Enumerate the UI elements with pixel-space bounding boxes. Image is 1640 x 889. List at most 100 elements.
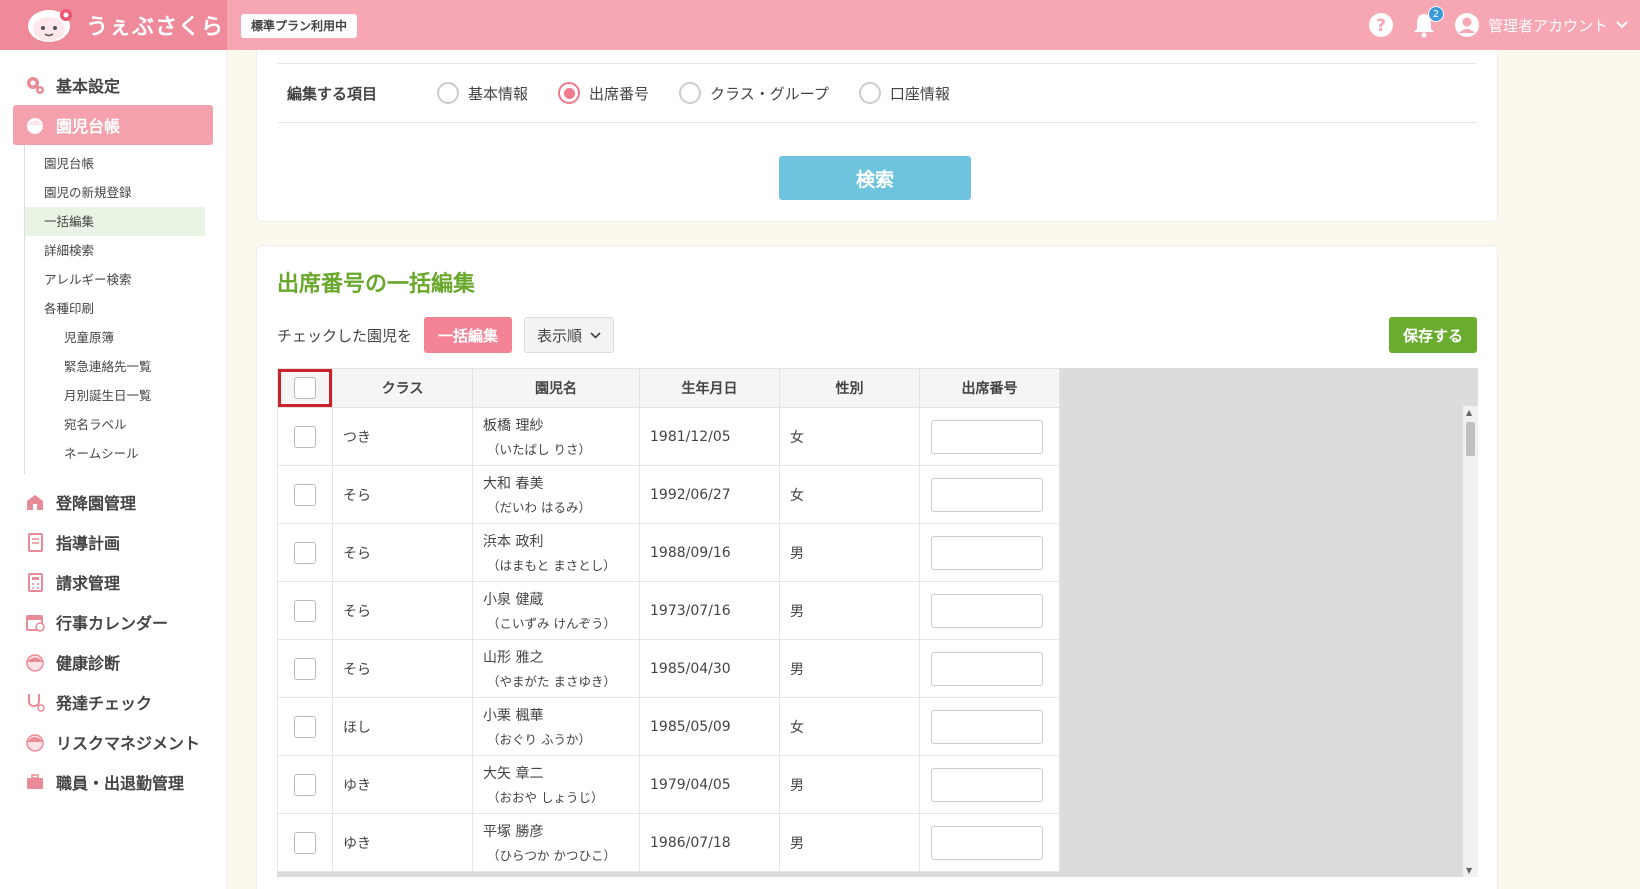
attendance-number-input[interactable]: [931, 593, 1043, 628]
attendance-number-input[interactable]: [931, 767, 1043, 802]
child-name-kana: （おおや しょうじ）: [487, 790, 604, 805]
cell-class: ゆき: [332, 813, 473, 872]
submenu-printing[interactable]: 各種印刷: [25, 294, 205, 323]
submenu-print-name-stickers[interactable]: ネームシール: [25, 439, 205, 468]
sidebar-item-attendance[interactable]: 登降園管理: [0, 482, 226, 522]
save-button[interactable]: 保存する: [1388, 317, 1477, 353]
cell-class: そら: [332, 581, 473, 640]
attendance-number-input[interactable]: [931, 709, 1043, 744]
row-checkbox-cell: [277, 639, 333, 698]
sidebar-item-staff[interactable]: 職員・出退勤管理: [0, 762, 226, 802]
submenu-print-birthdays[interactable]: 月別誕生日一覧: [25, 381, 205, 410]
child-name-kana: （こいずみ けんぞう）: [487, 616, 616, 631]
submenu-bulk-edit[interactable]: 一括編集: [25, 207, 205, 236]
scroll-up-arrow-icon[interactable]: ▲: [1466, 408, 1472, 417]
radio-button[interactable]: [679, 82, 702, 104]
sidebar-item-label: 園児台帳: [56, 117, 121, 136]
child-name: 山形 雅之: [483, 650, 544, 666]
child-name-kana: （ひらつか かつひこ）: [487, 848, 616, 863]
account-label: 管理者アカウント: [1487, 16, 1608, 35]
search-panel: 編集する項目 基本情報 出席番号 クラス・グループ 口座情報 検索: [256, 50, 1498, 222]
sidebar-item-development[interactable]: 発達チェック: [0, 682, 226, 722]
attendance-number-input[interactable]: [931, 535, 1043, 570]
submenu-detail-search[interactable]: 詳細検索: [25, 236, 205, 265]
radio-class-group[interactable]: クラス・グループ: [679, 82, 829, 104]
logo[interactable]: うぇぶさくら: [0, 0, 227, 50]
child-name: 小栗 楓華: [483, 708, 544, 724]
attendance-number-input[interactable]: [931, 825, 1043, 860]
cell-child-name: 小栗 楓華 （おぐり ふうか）: [472, 697, 640, 756]
sidebar-item-label: 指導計画: [56, 534, 121, 553]
cell-birthdate: 1981/12/05: [639, 407, 780, 466]
cell-class: つき: [332, 407, 473, 466]
sidebar-item-label: 登降園管理: [56, 494, 137, 513]
sidebar-item-child-register[interactable]: 園児台帳: [13, 105, 213, 145]
cell-class: ゆき: [332, 755, 473, 814]
table-row: ほし 小栗 楓華 （おぐり ふうか） 1985/05/09 女: [277, 697, 1060, 756]
bulk-edit-button[interactable]: 一括編集: [424, 317, 513, 353]
col-gender: 性別: [779, 368, 920, 408]
row-checkbox[interactable]: [294, 541, 316, 564]
sidebar-item-plans[interactable]: 指導計画: [0, 522, 226, 562]
row-checkbox[interactable]: [294, 657, 316, 680]
sidebar-item-settings[interactable]: 基本設定: [0, 65, 226, 105]
row-checkbox-cell: [277, 697, 333, 756]
select-all-header: [277, 368, 333, 408]
cell-birthdate: 1992/06/27: [639, 465, 780, 524]
child-health-icon: [24, 651, 46, 673]
submenu-child-list[interactable]: 園児台帳: [25, 149, 205, 178]
help-icon[interactable]: ?: [1368, 12, 1394, 38]
row-checkbox[interactable]: [294, 425, 316, 448]
cell-child-name: 浜本 政利 （はまもと まさとし）: [472, 523, 640, 582]
cell-birthdate: 1988/09/16: [639, 523, 780, 582]
row-checkbox[interactable]: [294, 715, 316, 738]
radio-button-selected[interactable]: [558, 82, 581, 104]
sidebar: 基本設定 園児台帳 園児台帳 園児の新規登録 一括編集 詳細検索 アレルギー検索…: [0, 50, 227, 889]
radio-button[interactable]: [858, 82, 881, 104]
radio-basic-info[interactable]: 基本情報: [437, 82, 528, 104]
row-checkbox[interactable]: [294, 831, 316, 854]
attendance-number-input[interactable]: [931, 651, 1043, 686]
row-checkbox-cell: [277, 465, 333, 524]
cell-child-name: 山形 雅之 （やまがた まさゆき）: [472, 639, 640, 698]
cell-child-name: 平塚 勝彦 （ひらつか かつひこ）: [472, 813, 640, 872]
logo-text: うぇぶさくら: [86, 15, 225, 40]
plan-badge: 標準プラン利用中: [241, 14, 358, 38]
child-name-kana: （いたばし りさ）: [487, 442, 591, 457]
submenu-print-emergency[interactable]: 緊急連絡先一覧: [25, 352, 205, 381]
calendar-icon: [24, 611, 46, 633]
row-checkbox[interactable]: [294, 599, 316, 622]
notebook-icon: [24, 531, 46, 553]
sidebar-item-billing[interactable]: 請求管理: [0, 562, 226, 602]
sidebar-item-risk[interactable]: リスクマネジメント: [0, 722, 226, 762]
sidebar-item-calendar[interactable]: 行事カレンダー: [0, 602, 226, 642]
radio-button[interactable]: [437, 82, 459, 104]
search-button[interactable]: 検索: [779, 156, 971, 200]
bulk-edit-panel: 出席番号の一括編集 チェックした園児を 一括編集 表示順 保存する クラス 園児…: [256, 245, 1498, 889]
col-child-name: 園児名: [472, 368, 640, 408]
row-checkbox[interactable]: [294, 773, 316, 796]
sidebar-item-health[interactable]: 健康診断: [0, 642, 226, 682]
radio-account-info[interactable]: 口座情報: [858, 82, 950, 104]
submenu-allergy-search[interactable]: アレルギー検索: [25, 265, 205, 294]
row-checkbox[interactable]: [294, 483, 316, 506]
cell-gender: 女: [779, 465, 920, 524]
radio-label: クラス・グループ: [710, 84, 829, 103]
scroll-thumb[interactable]: [1466, 422, 1475, 456]
submenu-new-register[interactable]: 園児の新規登録: [25, 178, 205, 207]
notification-bell-icon[interactable]: 2: [1412, 6, 1444, 38]
radio-attendance-number[interactable]: 出席番号: [558, 82, 649, 104]
submenu-print-register[interactable]: 児童原簿: [25, 323, 205, 352]
scroll-down-arrow-icon[interactable]: ▼: [1466, 866, 1472, 875]
account-menu[interactable]: 管理者アカウント: [1454, 12, 1628, 38]
child-helmet-icon: [24, 731, 46, 753]
select-all-checkbox[interactable]: [294, 377, 316, 399]
cell-attendance-number: [919, 755, 1060, 814]
submenu-print-address-labels[interactable]: 宛名ラベル: [25, 410, 205, 439]
attendance-number-input[interactable]: [931, 419, 1043, 454]
table-scrollbar[interactable]: ▲ ▼: [1463, 406, 1478, 877]
display-order-button[interactable]: 表示順: [524, 317, 615, 353]
attendance-number-input[interactable]: [931, 477, 1043, 512]
table-row: そら 山形 雅之 （やまがた まさゆき） 1985/04/30 男: [277, 639, 1060, 698]
table-row: ゆき 大矢 章二 （おおや しょうじ） 1979/04/05 男: [277, 755, 1060, 814]
